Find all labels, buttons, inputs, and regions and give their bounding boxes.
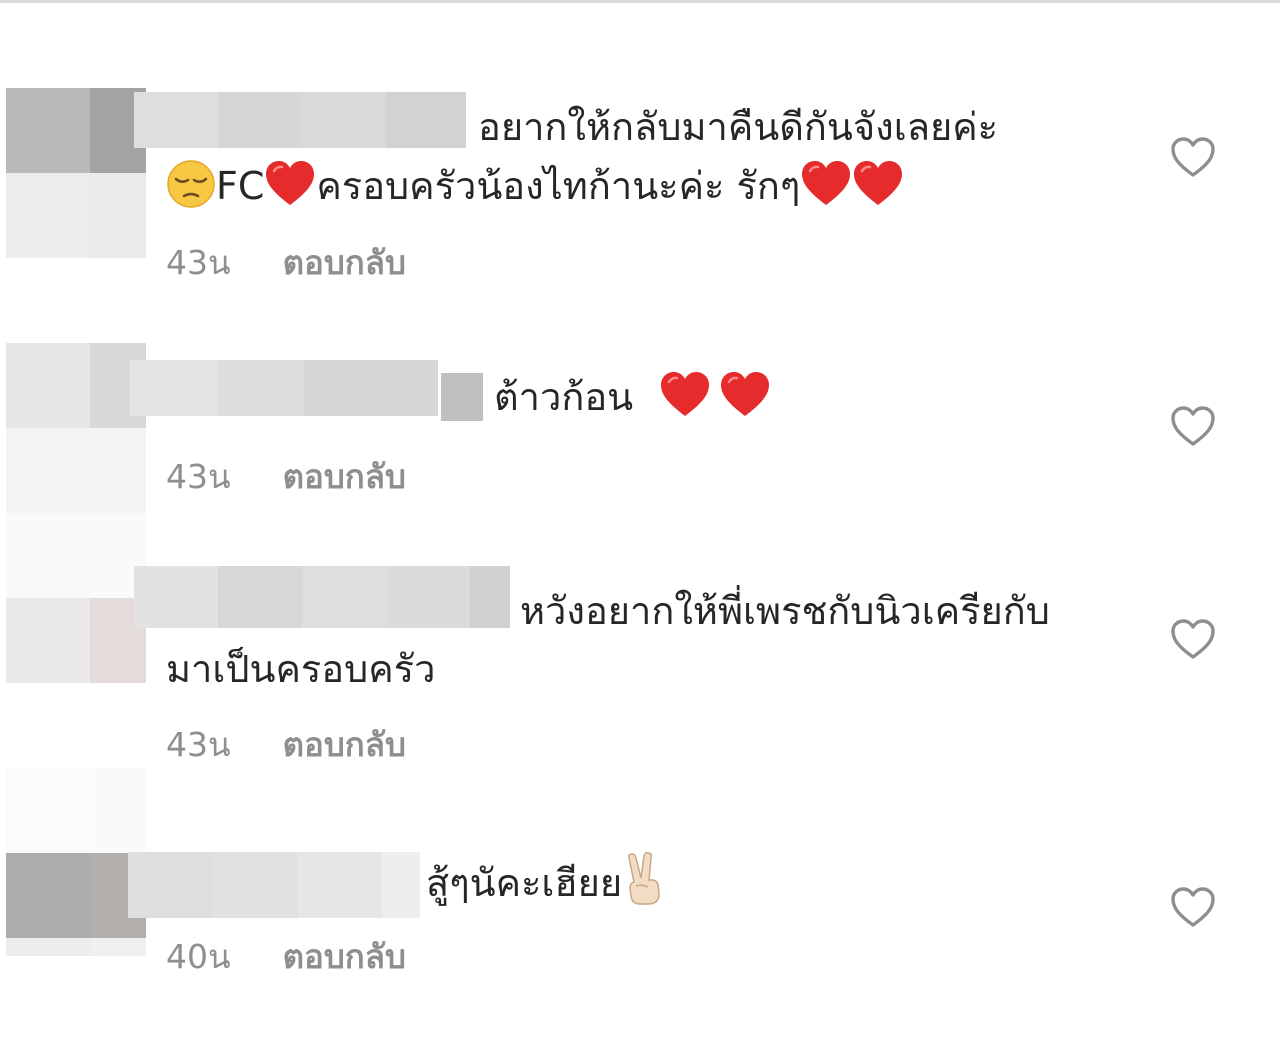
reply-button[interactable]: ตอบกลับ [283, 718, 406, 771]
like-heart-icon[interactable] [1170, 405, 1216, 447]
red-heart-icon [852, 159, 904, 207]
red-heart-icon [659, 370, 711, 418]
pensive-face-icon [166, 159, 216, 209]
username-blurred[interactable] [130, 360, 438, 416]
username-blurred-fragment [441, 373, 483, 421]
username-blurred[interactable] [134, 92, 466, 148]
red-heart-icon [719, 370, 771, 418]
username-blurred[interactable] [134, 566, 510, 628]
red-heart-icon [800, 159, 852, 207]
comment-meta: 43น ตอบกลับ [166, 718, 406, 771]
avatar-blurred[interactable] [6, 598, 146, 683]
comment-text: สู้ๆนัคะเฮียย [426, 852, 666, 912]
comment-text: ต้าวก้อน [494, 368, 771, 426]
reply-button[interactable]: ตอบกลับ [283, 930, 406, 983]
like-heart-icon[interactable] [1170, 886, 1216, 928]
comment-time: 40น [166, 937, 231, 976]
comment-time: 43น [166, 457, 231, 496]
comment-line: ครอบครัวน้องไทก้านะค่ะ รักๆ [316, 164, 801, 208]
avatar-blurred[interactable] [6, 88, 146, 258]
top-divider [0, 0, 1280, 3]
like-heart-icon[interactable] [1170, 136, 1216, 178]
comment-prefix: FC [216, 164, 265, 208]
comment-time: 43น [166, 725, 231, 764]
comment-time: 43น [166, 243, 231, 282]
comment-meta: 40น ตอบกลับ [166, 930, 406, 983]
comment-line: หวังอยากให้พี่เพรชกับนิวเครียกับ [520, 589, 1050, 633]
comment-line: มาเป็นครอบครัว [166, 647, 436, 691]
comment-text: หวังอยากให้พี่เพรชกับนิวเครียกับ [520, 582, 1050, 640]
like-heart-icon[interactable] [1170, 618, 1216, 660]
reply-button[interactable]: ตอบกลับ [283, 236, 406, 289]
comment-line: อยากให้กลับมาคืนดีกันจังเลยค่ะ [478, 105, 999, 149]
avatar-blurred[interactable] [6, 768, 146, 956]
reply-button[interactable]: ตอบกลับ [283, 450, 406, 503]
comment-line: ต้าวก้อน [494, 375, 634, 419]
comment-text-line2: FC ครอบครัวน้องไทก้านะค่ะ รักๆ [166, 157, 904, 215]
comment-meta: 43น ตอบกลับ [166, 450, 406, 503]
avatar-blurred[interactable] [6, 343, 146, 598]
comment-meta: 43น ตอบกลับ [166, 236, 406, 289]
red-heart-icon [264, 159, 316, 207]
comment-text: อยากให้กลับมาคืนดีกันจังเลยค่ะ [478, 98, 998, 156]
username-blurred[interactable] [128, 852, 420, 918]
comment-line: สู้ๆนัคะเฮียย [426, 861, 623, 905]
victory-hand-icon [622, 852, 666, 906]
comment-text-line2: มาเป็นครอบครัว [166, 640, 435, 698]
